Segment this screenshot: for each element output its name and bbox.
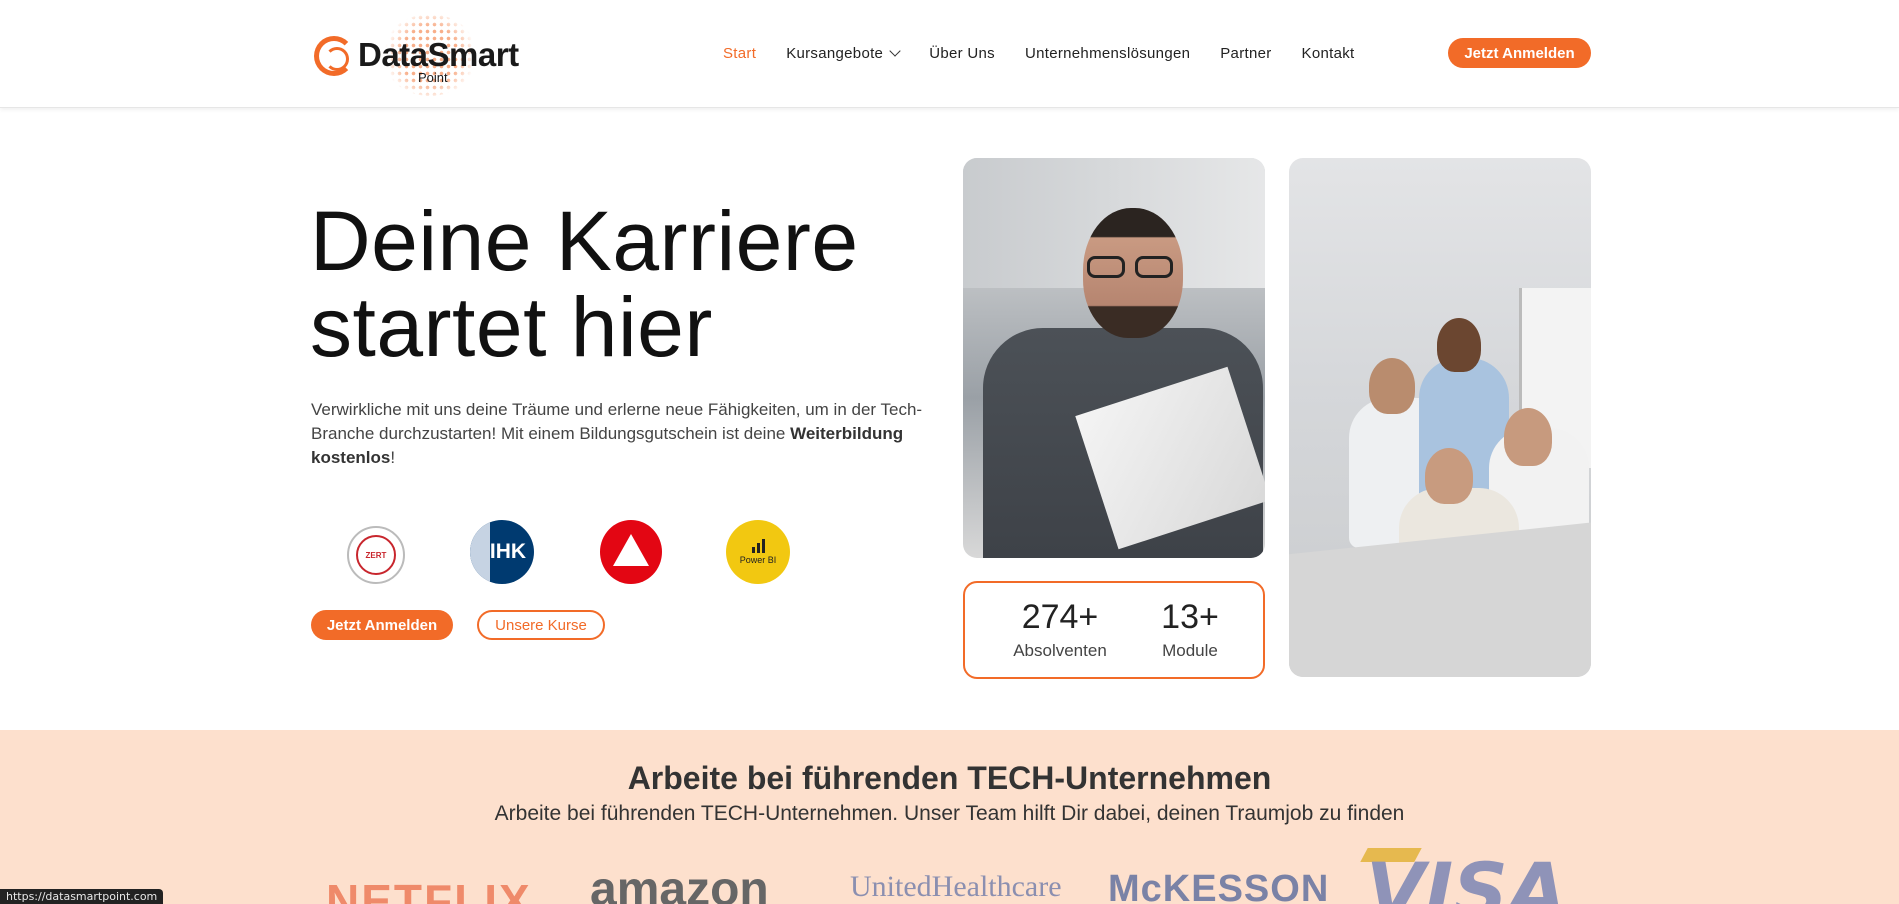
header-register-button[interactable]: Jetzt Anmelden	[1448, 38, 1591, 68]
hero-title-line1: Deine Karriere	[310, 194, 859, 288]
stat-graduates: 274+ Absolventen	[1005, 597, 1115, 661]
powerbi-chart-icon	[751, 539, 765, 553]
partners-subtitle: Arbeite bei führenden TECH-Unternehmen. …	[494, 802, 1405, 825]
logo-subtitle: Point	[418, 70, 448, 85]
stat-value: 274+	[1021, 598, 1099, 636]
logo-name: DataSmart	[358, 36, 519, 73]
hero-text-end: !	[390, 448, 396, 467]
hero-image-team	[1289, 158, 1591, 677]
netflix-logo: NETFLIX	[326, 875, 532, 904]
logo-swirl-icon	[314, 36, 354, 76]
nav-item-label: Kursangebote	[786, 44, 884, 62]
stats-card: 274+ Absolventen 13+ Module	[963, 581, 1265, 679]
site-header: DataSmart Point Start Kursangebote Über …	[0, 0, 1899, 108]
ihk-label: IHK	[489, 540, 527, 563]
nav-item-start[interactable]: Start	[723, 45, 756, 62]
courses-button[interactable]: Unsere Kurse	[477, 610, 605, 640]
zertpunkt-label: ZERT	[356, 535, 396, 575]
hero-title-line2: startet hier	[310, 280, 713, 374]
visa-logo: VISA	[1366, 846, 1567, 904]
nav-item-kursangebote[interactable]: Kursangebote	[786, 44, 901, 62]
hero-title: Deine Karriere startet hier	[310, 198, 859, 370]
stat-value: 13+	[1161, 598, 1219, 636]
stat-label: Module	[1162, 641, 1218, 660]
hero-image-man-reading	[963, 158, 1265, 558]
arbeitsagentur-badge	[600, 520, 662, 584]
arbeitsagentur-logo-icon	[613, 534, 649, 566]
partners-section: Arbeite bei führenden TECH-Unternehmen A…	[0, 730, 1899, 904]
amazon-logo: amazon	[590, 863, 769, 904]
zertpunkt-badge: ZERT	[347, 526, 405, 584]
partner-logos: NETFLIX amazon UnitedHealthcare McKESSON…	[0, 846, 1899, 904]
nav-item-kontakt[interactable]: Kontakt	[1302, 45, 1355, 62]
stat-modules: 13+ Module	[1145, 597, 1235, 661]
site-logo[interactable]: DataSmart Point	[312, 14, 519, 96]
partners-title: Arbeite bei führenden TECH-Unternehmen	[627, 760, 1272, 796]
stat-label: Absolventen	[1013, 641, 1107, 660]
powerbi-badge: Power BI	[726, 520, 790, 584]
powerbi-label: Power BI	[739, 555, 777, 565]
mckesson-logo: McKESSON	[1108, 868, 1330, 904]
nav-item-partner[interactable]: Partner	[1220, 45, 1271, 62]
nav-item-ueber-uns[interactable]: Über Uns	[929, 45, 995, 62]
unitedhealthcare-logo: UnitedHealthcare	[850, 870, 1062, 903]
chevron-down-icon	[889, 44, 901, 57]
hero-description: Verwirkliche mit uns deine Träume und er…	[311, 398, 931, 470]
nav-item-unternehmensloesungen[interactable]: Unternehmenslösungen	[1025, 45, 1190, 62]
link-status-bar: https://datasmartpoint.com	[0, 889, 164, 904]
ihk-badge: IHK	[470, 520, 534, 584]
register-button[interactable]: Jetzt Anmelden	[311, 610, 453, 640]
main-nav: Start Kursangebote Über Uns Unternehmens…	[723, 42, 1385, 64]
